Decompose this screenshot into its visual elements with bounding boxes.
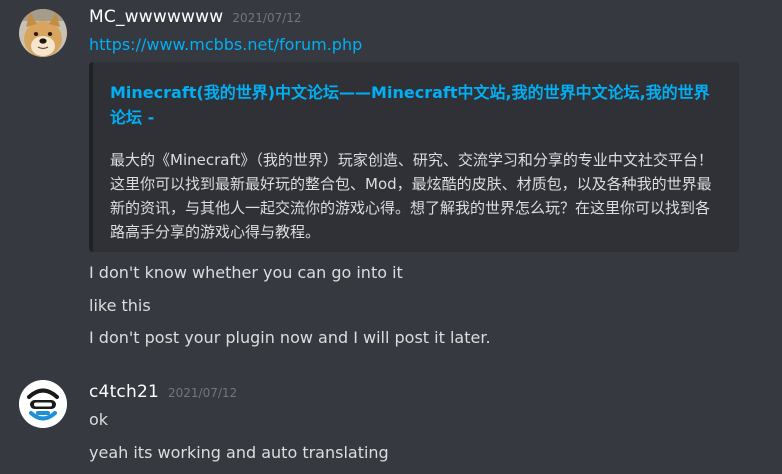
forum-link[interactable]: https://www.mcbbs.net/forum.php <box>89 35 362 54</box>
timestamp: 2021/07/12 <box>232 11 302 25</box>
doge-avatar[interactable] <box>19 9 67 57</box>
message-text: I don't know whether you can go into it <box>89 263 403 282</box>
link-embed: Minecraft(我的世界)中文论坛——Minecraft中文站,我的世界中文… <box>89 62 739 252</box>
message-header: MC_wwwwwww 2021/07/12 <box>89 7 302 27</box>
message-header: c4tch21 2021/07/12 <box>89 382 237 402</box>
username[interactable]: c4tch21 <box>89 382 159 402</box>
username[interactable]: MC_wwwwwww <box>89 7 223 27</box>
message-text: ok <box>89 410 109 429</box>
message-text: like this <box>89 296 151 315</box>
embed-description: 最大的《Minecraft》（我的世界）玩家创造、研究、交流学习和分享的专业中文… <box>110 151 713 241</box>
message-text: I don't post your plugin now and I will … <box>89 328 491 347</box>
c4-logo-avatar[interactable] <box>19 380 67 428</box>
message-text: yeah its working and auto translating <box>89 443 389 462</box>
embed-title[interactable]: Minecraft(我的世界)中文论坛——Minecraft中文站,我的世界中文… <box>110 80 720 130</box>
timestamp: 2021/07/12 <box>167 386 238 400</box>
